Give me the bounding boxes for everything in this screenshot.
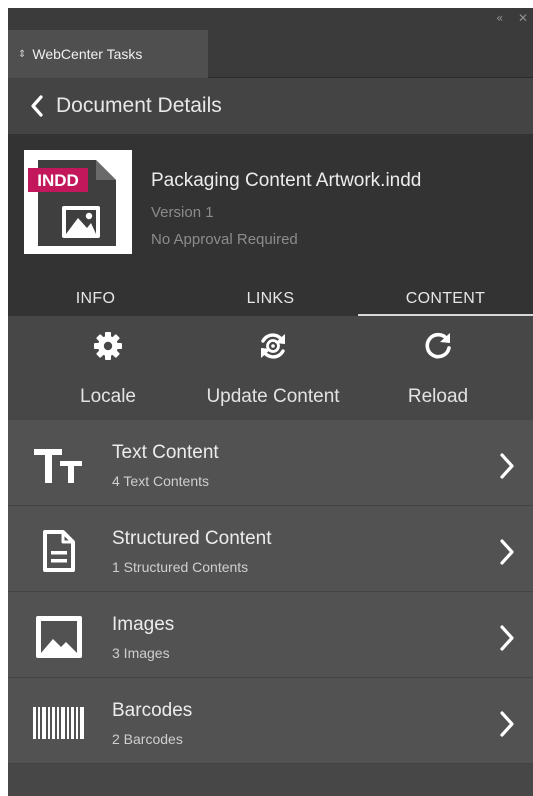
chevron-right-icon	[500, 539, 514, 565]
list-item-text-content[interactable]: Text Content 4 Text Contents	[8, 420, 533, 506]
tab-content[interactable]: CONTENT	[358, 284, 533, 316]
back-button[interactable]	[26, 95, 48, 117]
chevron-right-icon	[500, 453, 514, 479]
gear-icon	[94, 332, 122, 360]
page-title: Document Details	[56, 94, 222, 117]
document-summary: INDD Packaging Content Artwork.indd Vers…	[8, 134, 533, 284]
webcenter-panel: « ✕ ⇕ WebCenter Tasks Document Details I…	[8, 8, 533, 796]
chevron-right-icon	[500, 711, 514, 737]
close-icon[interactable]: ✕	[518, 11, 528, 25]
list-item-barcodes[interactable]: Barcodes 2 Barcodes	[8, 678, 533, 764]
sync-icon	[261, 333, 285, 359]
reload-button[interactable]: Reload	[378, 316, 498, 420]
update-content-label: Update Content	[206, 386, 340, 407]
chevron-left-icon	[31, 95, 43, 117]
panel-tab-webcenter-tasks[interactable]: ⇕ WebCenter Tasks	[8, 30, 208, 78]
chevron-right-icon	[500, 625, 514, 651]
nav-header: Document Details	[8, 78, 533, 134]
collapse-icon[interactable]: «	[496, 11, 503, 25]
content-list: Text Content 4 Text Contents Structured …	[8, 420, 533, 764]
text-icon	[32, 440, 86, 490]
document-approval-status: No Approval Required	[151, 231, 298, 248]
reload-icon	[425, 332, 451, 359]
reload-label: Reload	[407, 386, 469, 407]
tab-links[interactable]: LINKS	[183, 284, 358, 316]
document-icon	[32, 526, 86, 576]
barcode-icon	[32, 698, 86, 748]
indd-file-thumbnail: INDD	[24, 150, 132, 254]
locale-button[interactable]: Locale	[48, 316, 168, 420]
list-item-subtitle: 1 Structured Contents	[112, 559, 249, 575]
update-content-button[interactable]: Update Content	[188, 316, 358, 420]
document-name: Packaging Content Artwork.indd	[151, 170, 422, 191]
list-item-title: Barcodes	[112, 700, 193, 721]
panel-footer	[8, 764, 533, 796]
tab-info[interactable]: INFO	[8, 284, 183, 316]
list-item-images[interactable]: Images 3 Images	[8, 592, 533, 678]
window-titlebar: « ✕	[8, 8, 533, 30]
locale-label: Locale	[80, 386, 136, 407]
indd-badge-label: INDD	[37, 171, 79, 190]
list-item-title: Structured Content	[112, 528, 272, 549]
list-item-title: Text Content	[112, 442, 219, 463]
details-tabs: INFO LINKS CONTENT	[8, 284, 533, 316]
panel-tab-row: ⇕ WebCenter Tasks	[8, 30, 533, 78]
image-icon	[32, 612, 86, 662]
content-actions: Locale Update Content Reload	[8, 316, 533, 420]
document-version: Version 1	[151, 204, 214, 221]
list-item-structured-content[interactable]: Structured Content 1 Structured Contents	[8, 506, 533, 592]
list-item-title: Images	[112, 614, 175, 635]
list-item-subtitle: 2 Barcodes	[112, 731, 183, 747]
updown-arrows-icon: ⇕	[18, 48, 27, 60]
panel-tab-label: WebCenter Tasks	[32, 46, 143, 62]
list-item-subtitle: 4 Text Contents	[112, 473, 210, 489]
list-item-subtitle: 3 Images	[112, 645, 170, 661]
